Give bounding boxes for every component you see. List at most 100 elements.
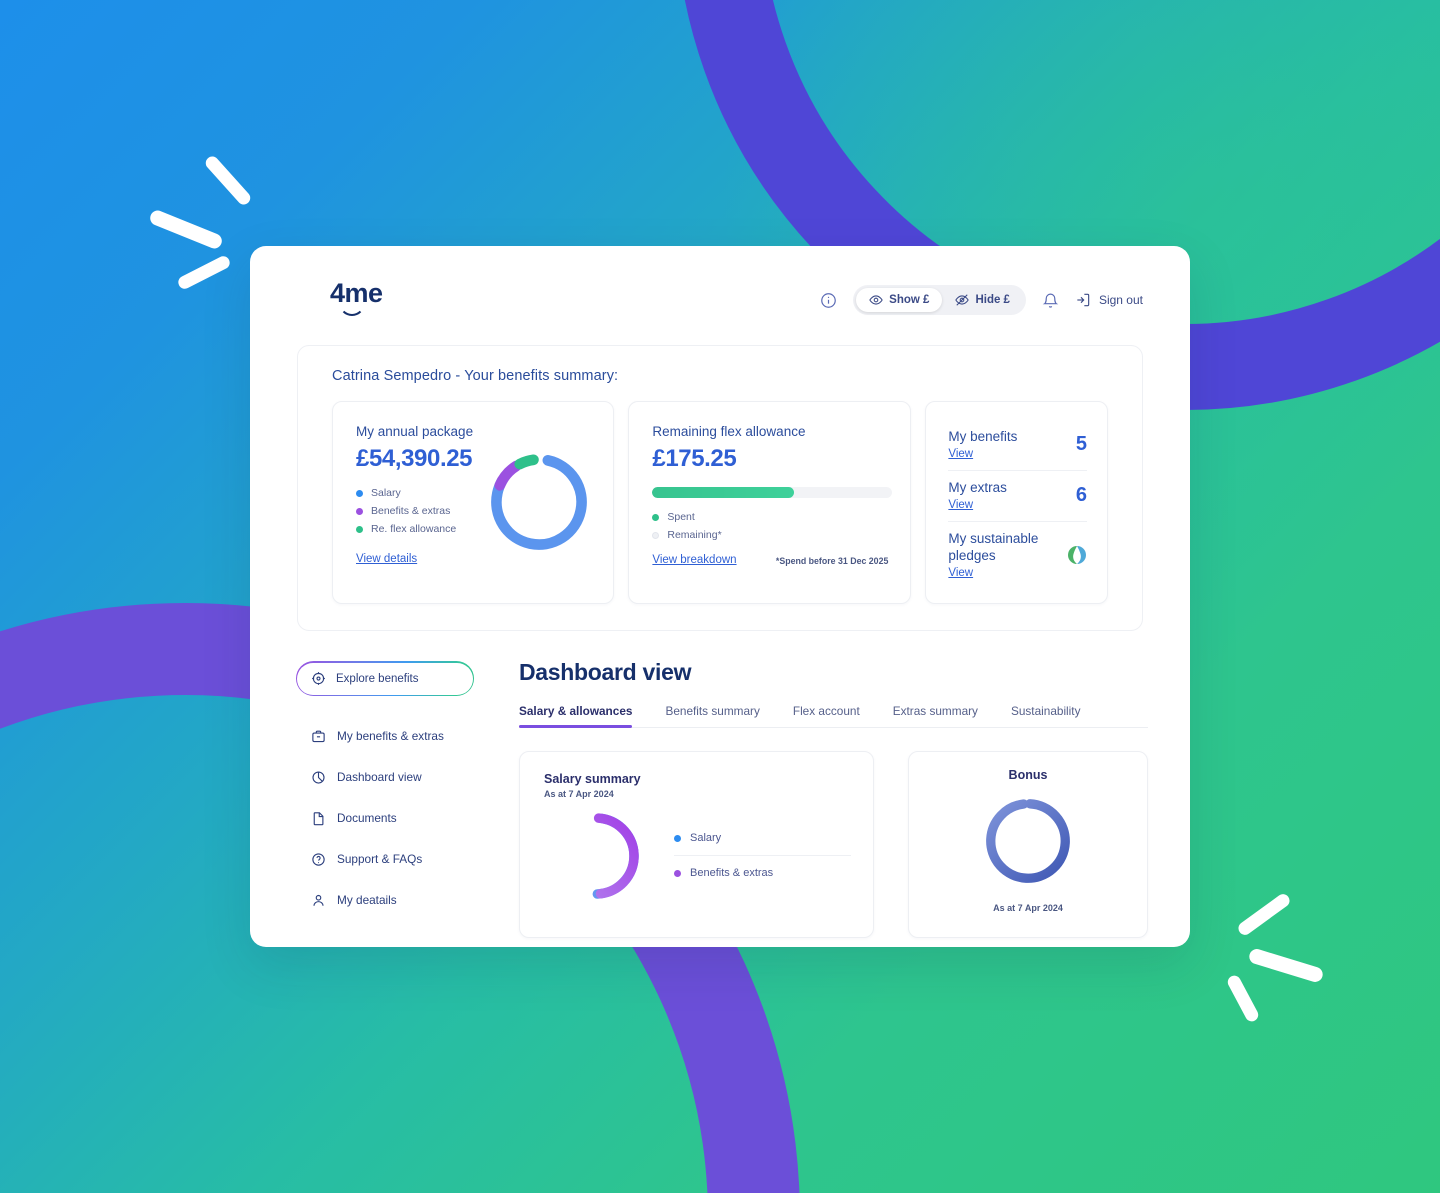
sidebar-item-label-my-benefits-extras: My benefits & extras xyxy=(337,729,444,743)
legend-item-remaining: Remaining* xyxy=(652,529,888,541)
legend-label-salary: Salary xyxy=(371,487,401,499)
sparkle-decoration-top-left xyxy=(147,153,258,292)
show-currency-button[interactable]: Show £ xyxy=(856,288,943,312)
legend-label-benefits: Benefits & extras xyxy=(371,505,451,517)
tab-extras-summary[interactable]: Extras summary xyxy=(893,704,978,727)
tab-salary-allowances[interactable]: Salary & allowances xyxy=(519,704,633,728)
salary-summary-subtitle: As at 7 Apr 2024 xyxy=(544,788,614,799)
pie-chart-icon xyxy=(311,770,326,785)
bonus-title: Bonus xyxy=(1008,767,1048,782)
sidebar-item-label-dashboard-view: Dashboard view xyxy=(337,770,422,784)
view-benefits-link[interactable]: View xyxy=(948,448,1017,460)
sidebar-nav: Explore benefits My benefits & extras Da… xyxy=(295,659,519,938)
page-title: Dashboard view xyxy=(519,658,692,685)
salary-legend-item-salary: Salary xyxy=(674,821,851,856)
show-currency-label: Show £ xyxy=(889,294,930,306)
sidebar-item-support-faqs[interactable]: Support & FAQs xyxy=(297,839,519,880)
document-icon xyxy=(311,811,326,826)
dashboard-content: Dashboard view Salary & allowances Benef… xyxy=(519,659,1148,938)
brand-logo-smile xyxy=(339,303,365,316)
sidebar-item-my-benefits-extras[interactable]: My benefits & extras xyxy=(297,716,519,757)
sign-out-label: Sign out xyxy=(1098,293,1143,307)
app-window: 4me Show £ Hide £ Sign out Catrina Sempe… xyxy=(250,246,1190,947)
hide-currency-button[interactable]: Hide £ xyxy=(942,288,1023,312)
view-details-link[interactable]: View details xyxy=(356,553,417,565)
legend-dot-salary xyxy=(356,489,363,497)
annual-package-label: My annual package xyxy=(356,424,474,439)
sidebar-item-label-explore-benefits: Explore benefits xyxy=(336,672,419,685)
count-row-sustainable-pledges: My sustainable pledges View xyxy=(948,522,1087,589)
sidebar-item-my-details[interactable]: My deatails xyxy=(297,880,519,921)
view-pledges-link[interactable]: View xyxy=(948,567,1067,579)
bonus-subtitle: As at 7 Apr 2024 xyxy=(993,902,1063,913)
legend-dot-spent xyxy=(652,513,660,521)
annual-package-card: My annual package £54,390.25 Salary Bene… xyxy=(332,401,615,604)
compass-icon xyxy=(312,672,325,685)
tab-sustainability[interactable]: Sustainability xyxy=(1011,704,1081,727)
salary-summary-body: Salary Benefits & extras xyxy=(544,806,851,906)
briefcase-icon xyxy=(311,729,326,744)
flex-card-footer: View breakdown *Spend before 31 Dec 2025 xyxy=(652,554,888,566)
count-row-benefits: My benefits View 5 xyxy=(948,420,1087,471)
annual-package-donut-chart xyxy=(491,454,588,550)
salary-summary-panel: Salary summary As at 7 Apr 2024 Salary B… xyxy=(519,750,874,938)
salary-summary-donut-chart xyxy=(553,812,639,899)
sidebar-item-explore-benefits[interactable]: Explore benefits xyxy=(295,661,475,696)
salary-legend-dot-benefits xyxy=(674,869,681,877)
sign-out-icon xyxy=(1077,293,1090,307)
flex-allowance-card: Remaining flex allowance £175.25 Spent R… xyxy=(628,401,912,604)
salary-legend-dot-salary xyxy=(674,834,681,842)
dashboard-panels: Salary summary As at 7 Apr 2024 Salary B… xyxy=(519,750,1148,938)
count-label-extras: My extras xyxy=(948,479,1007,495)
legend-label-flex: Re. flex allowance xyxy=(371,523,457,535)
info-icon[interactable] xyxy=(820,292,837,309)
legend-dot-flex xyxy=(356,525,363,533)
count-label-benefits: My benefits xyxy=(948,429,1018,444)
summary-greeting: Catrina Sempedro - Your benefits summary… xyxy=(332,368,619,384)
currency-visibility-toggle[interactable]: Show £ Hide £ xyxy=(853,285,1026,315)
salary-summary-legend: Salary Benefits & extras xyxy=(674,821,851,890)
summary-cards: My annual package £54,390.25 Salary Bene… xyxy=(332,401,1108,604)
flex-allowance-amount: £175.25 xyxy=(652,445,737,472)
sparkle-decoration-bottom-right xyxy=(1218,891,1328,1024)
hide-currency-label: Hide £ xyxy=(975,294,1010,306)
legend-item-spent: Spent xyxy=(652,511,888,523)
benefits-summary-panel: Catrina Sempedro - Your benefits summary… xyxy=(297,345,1143,631)
question-circle-icon xyxy=(311,852,326,867)
salary-legend-item-benefits: Benefits & extras xyxy=(674,856,851,890)
view-extras-link[interactable]: View xyxy=(948,499,1007,511)
brand-logo[interactable]: 4me xyxy=(330,280,388,320)
view-breakdown-link[interactable]: View breakdown xyxy=(652,554,736,566)
tab-flex-account[interactable]: Flex account xyxy=(793,704,860,727)
dashboard-tabs: Salary & allowances Benefits summary Fle… xyxy=(519,704,1148,728)
salary-legend-label-salary: Salary xyxy=(690,832,722,844)
person-icon xyxy=(311,893,326,908)
counts-card: My benefits View 5 My extras View 6 My s… xyxy=(925,401,1108,604)
sidebar-item-label-documents: Documents xyxy=(337,811,397,825)
page-background: 4me Show £ Hide £ Sign out Catrina Sempe… xyxy=(0,0,1440,1193)
app-header: 4me Show £ Hide £ Sign out xyxy=(250,246,1190,332)
bell-icon[interactable] xyxy=(1042,292,1059,309)
legend-dot-remaining xyxy=(652,531,660,539)
flex-allowance-footnote: *Spend before 31 Dec 2025 xyxy=(775,556,889,566)
salary-legend-label-benefits: Benefits & extras xyxy=(690,867,774,879)
bonus-donut-chart xyxy=(986,798,1070,883)
flex-allowance-progress-bar xyxy=(652,487,893,498)
count-row-extras: My extras View 6 xyxy=(948,471,1087,522)
legend-dot-benefits xyxy=(356,507,363,515)
legend-label-spent: Spent xyxy=(667,511,695,523)
count-value-benefits: 5 xyxy=(1075,432,1087,455)
sidebar-item-dashboard-view[interactable]: Dashboard view xyxy=(297,757,519,798)
sidebar-item-documents[interactable]: Documents xyxy=(297,798,519,839)
flex-allowance-progress-fill xyxy=(652,487,794,498)
lower-section: Explore benefits My benefits & extras Da… xyxy=(295,659,1148,938)
header-actions: Show £ Hide £ Sign out xyxy=(820,285,1143,315)
eye-off-icon xyxy=(955,294,970,306)
sustainability-leaf-icon xyxy=(1068,545,1086,564)
sign-out-button[interactable]: Sign out xyxy=(1075,292,1143,308)
legend-label-remaining: Remaining* xyxy=(667,529,722,541)
tab-benefits-summary[interactable]: Benefits summary xyxy=(665,704,759,727)
salary-summary-title: Salary summary xyxy=(544,771,641,786)
count-value-extras: 6 xyxy=(1075,483,1087,506)
sidebar-item-label-my-details: My deatails xyxy=(337,893,397,907)
